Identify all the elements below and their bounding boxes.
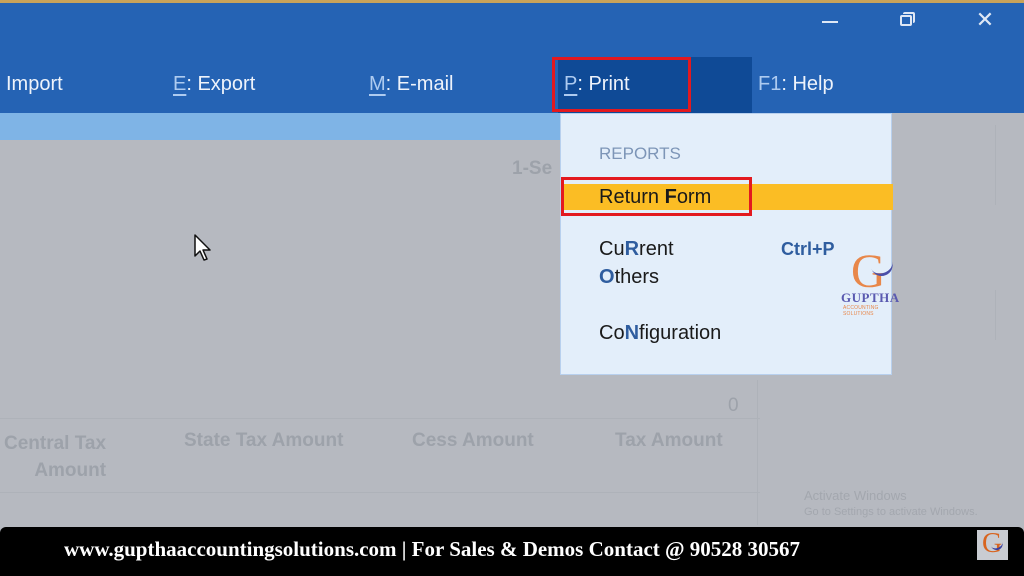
sub-header-bar — [0, 113, 560, 140]
grid-line — [995, 125, 996, 205]
item-hotkey: R — [624, 238, 640, 260]
grid-line — [757, 380, 758, 525]
dropdown-item-configuration[interactable]: CoNfiguration — [599, 322, 721, 345]
restore-front-square — [900, 15, 912, 26]
menu-email-label: E-mail — [396, 73, 454, 95]
menu-export-key: E — [173, 73, 187, 95]
column-cess-amount: Cess Amount — [412, 430, 534, 451]
menu-help-sep: : — [781, 73, 787, 95]
promo-footer-banner: www.gupthaaccountingsolutions.com | For … — [0, 527, 1024, 576]
grid-line — [995, 290, 996, 340]
menu-email-sep: : — [385, 73, 392, 95]
menu-help-label: Help — [792, 73, 834, 95]
guptha-watermark-logo: G GUPTHA ACCOUNTING SOLUTIONS — [841, 245, 905, 317]
activate-windows-title: Activate Windows — [804, 488, 907, 503]
menu-help-key: F1 — [758, 73, 782, 95]
column-central-tax-amount: Central Tax Amount — [4, 430, 106, 484]
footer-logo: G — [977, 528, 1008, 560]
dropdown-item-current[interactable]: CuRrent — [599, 238, 674, 261]
column-state-tax-amount: State Tax Amount — [184, 430, 344, 451]
menu-import-label: Import — [6, 73, 63, 95]
menu-email-key: M — [369, 73, 386, 95]
close-icon[interactable]: ✕ — [965, 6, 1005, 34]
minimize-icon[interactable] — [810, 6, 850, 34]
dropdown-heading-reports: REPORTS — [599, 144, 681, 163]
grid-line — [0, 492, 760, 493]
item-hotkey: N — [624, 322, 640, 344]
item-text: Co — [599, 322, 625, 344]
item-text: rent — [639, 238, 674, 260]
activate-windows-notice: Activate Windows Go to Settings to activ… — [804, 488, 978, 520]
menu-export-sep: : — [186, 73, 192, 95]
column-central-tax-line2: Amount — [34, 460, 107, 481]
logo-name: GUPTHA — [841, 290, 900, 305]
activate-windows-subtitle: Go to Settings to activate Windows. — [804, 506, 978, 518]
title-bar — [0, 3, 1024, 113]
return-form-highlight-box — [561, 177, 752, 216]
mouse-pointer-icon — [194, 234, 211, 261]
logo-tagline: ACCOUNTING SOLUTIONS — [843, 305, 879, 317]
print-dropdown-menu: REPORTS Return Form CuRrent Ctrl+P Other… — [560, 113, 893, 375]
restore-icon[interactable] — [886, 6, 926, 34]
menu-import[interactable]: Import — [6, 70, 63, 98]
item-text: Cu — [599, 238, 625, 260]
item-text: figuration — [639, 322, 722, 344]
menu-email[interactable]: M: E-mail — [369, 70, 453, 98]
footer-contact-text: www.gupthaaccountingsolutions.com | For … — [64, 537, 801, 561]
report-zero-value: 0 — [728, 395, 739, 416]
dropdown-shortcut-ctrl-p: Ctrl+P — [781, 239, 835, 259]
item-hotkey: O — [599, 266, 615, 288]
column-central-tax-line1: Central Tax — [4, 433, 107, 454]
menu-export[interactable]: E: Export — [173, 70, 255, 98]
item-text: thers — [614, 266, 660, 288]
grid-line — [0, 418, 760, 419]
dropdown-item-others[interactable]: Others — [599, 266, 659, 289]
print-highlight-box — [552, 57, 691, 112]
report-period: 1-Se — [512, 158, 553, 179]
column-tax-amount: Tax Amount — [615, 430, 723, 451]
menu-help[interactable]: F1: Help — [758, 70, 834, 98]
menu-export-label: Export — [197, 73, 256, 95]
